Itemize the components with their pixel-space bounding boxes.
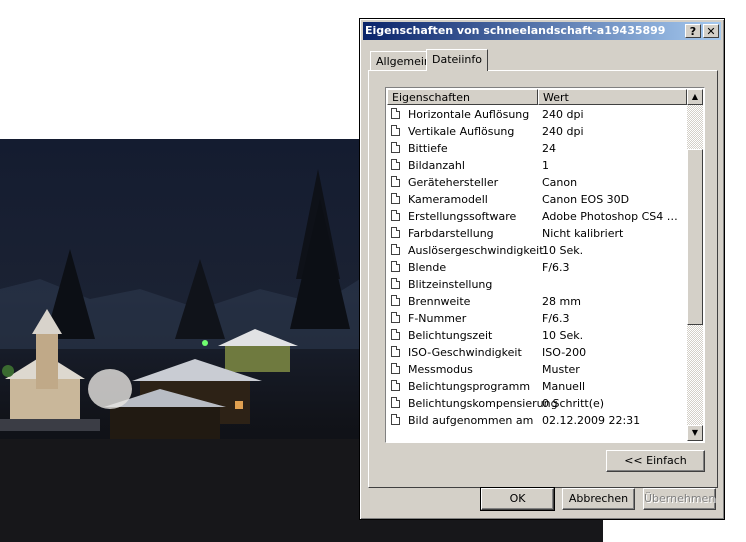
property-name: Belichtungskompensierung <box>408 397 558 410</box>
document-icon <box>391 363 400 374</box>
property-name: Messmodus <box>408 363 473 376</box>
property-name: Brennweite <box>408 295 471 308</box>
property-name: Bittiefe <box>408 142 448 155</box>
property-value: 1 <box>542 159 549 172</box>
dialog-title: Eigenschaften von schneelandschaft-a1943… <box>365 24 666 37</box>
property-value: 10 Sek. <box>542 329 584 342</box>
list-item[interactable]: Gerätehersteller Canon <box>387 174 687 191</box>
property-value: Adobe Photoshop CS4 Wi... <box>542 210 684 223</box>
property-name: Blitzeinstellung <box>408 278 493 291</box>
list-item[interactable]: Blende F/6.3 <box>387 259 687 276</box>
property-value: Canon <box>542 176 578 189</box>
tab-dateiinfo[interactable]: Dateiinfo <box>426 49 488 71</box>
list-item[interactable]: Farbdarstellung Nicht kalibriert <box>387 225 687 242</box>
property-value: 24 <box>542 142 556 155</box>
help-button[interactable]: ? <box>685 24 701 38</box>
property-name: Auslösergeschwindigkeit <box>408 244 544 257</box>
document-icon <box>391 193 400 204</box>
list-item[interactable]: Vertikale Auflösung 240 dpi <box>387 123 687 140</box>
list-item[interactable]: Belichtungskompensierung 0 Schritt(e) <box>387 395 687 412</box>
document-icon <box>391 108 400 119</box>
property-value: ISO-200 <box>542 346 587 359</box>
simple-button[interactable]: << Einfach <box>606 450 705 472</box>
list-rows: Horizontale Auflösung 240 dpi Vertikale Au… <box>387 106 687 429</box>
list-item[interactable]: Bild aufgenommen am 02.12.2009 22:31 <box>387 412 687 429</box>
property-name: Blende <box>408 261 447 274</box>
property-value: 0 Schritt(e) <box>542 397 605 410</box>
document-icon <box>391 125 400 136</box>
list-header: Eigenschaften Wert <box>387 89 687 105</box>
property-value: 240 dpi <box>542 108 584 121</box>
property-name: Horizontale Auflösung <box>408 108 530 121</box>
document-icon <box>391 346 400 357</box>
property-value: 02.12.2009 22:31 <box>542 414 641 427</box>
list-item[interactable]: Kameramodell Canon EOS 30D <box>387 191 687 208</box>
list-item[interactable]: Erstellungssoftware Adobe Photoshop CS4 W… <box>387 208 687 225</box>
property-name: Bild aufgenommen am <box>408 414 534 427</box>
scroll-up-arrow-icon[interactable]: ▲ <box>687 89 703 105</box>
property-value: Muster <box>542 363 580 376</box>
document-icon <box>391 295 400 306</box>
property-name: Gerätehersteller <box>408 176 499 189</box>
properties-list[interactable]: Eigenschaften Wert Horizontale Auflösung… <box>385 87 705 443</box>
property-value: Manuell <box>542 380 586 393</box>
document-icon <box>391 176 400 187</box>
close-button[interactable]: ✕ <box>703 24 719 38</box>
property-value: 10 Sek. <box>542 244 584 257</box>
column-header-value[interactable]: Wert <box>538 89 687 105</box>
property-name: Belichtungszeit <box>408 329 493 342</box>
document-icon <box>391 329 400 340</box>
list-item[interactable]: Auslösergeschwindigkeit 10 Sek. <box>387 242 687 259</box>
property-name: Farbdarstellung <box>408 227 494 240</box>
list-item[interactable]: ISO-Geschwindigkeit ISO-200 <box>387 344 687 361</box>
column-header-properties[interactable]: Eigenschaften <box>387 89 538 105</box>
property-name: ISO-Geschwindigkeit <box>408 346 522 359</box>
list-item[interactable]: Blitzeinstellung <box>387 276 687 293</box>
apply-button[interactable]: Übernehmen <box>643 488 716 510</box>
scroll-down-arrow-icon[interactable]: ▼ <box>687 425 703 441</box>
property-value: F/6.3 <box>542 261 570 274</box>
property-value: 240 dpi <box>542 125 584 138</box>
document-icon <box>391 244 400 255</box>
title-bar[interactable]: Eigenschaften von schneelandschaft-a1943… <box>363 22 721 40</box>
document-icon <box>391 227 400 238</box>
property-value: Canon EOS 30D <box>542 193 630 206</box>
document-icon <box>391 210 400 221</box>
list-item[interactable]: Brennweite 28 mm <box>387 293 687 310</box>
property-name: Erstellungssoftware <box>408 210 517 223</box>
cancel-button[interactable]: Abbrechen <box>562 488 635 510</box>
properties-dialog: Eigenschaften von schneelandschaft-a1943… <box>359 18 725 520</box>
list-item[interactable]: Belichtungsprogramm Manuell <box>387 378 687 395</box>
property-name: F-Nummer <box>408 312 467 325</box>
list-item[interactable]: Bittiefe 24 <box>387 140 687 157</box>
document-icon <box>391 261 400 272</box>
vertical-scrollbar[interactable]: ▲ ▼ <box>687 89 703 441</box>
property-value: Nicht kalibriert <box>542 227 624 240</box>
property-name: Belichtungsprogramm <box>408 380 531 393</box>
property-name: Vertikale Auflösung <box>408 125 515 138</box>
property-value: F/6.3 <box>542 312 570 325</box>
document-icon <box>391 278 400 289</box>
list-item[interactable]: F-Nummer F/6.3 <box>387 310 687 327</box>
ok-button[interactable]: OK <box>480 487 555 511</box>
scroll-thumb[interactable] <box>687 149 703 325</box>
list-item[interactable]: Messmodus Muster <box>387 361 687 378</box>
list-item[interactable]: Belichtungszeit 10 Sek. <box>387 327 687 344</box>
property-value: 28 mm <box>542 295 581 308</box>
document-icon <box>391 397 400 408</box>
document-icon <box>391 142 400 153</box>
list-item[interactable]: Horizontale Auflösung 240 dpi <box>387 106 687 123</box>
document-icon <box>391 380 400 391</box>
document-icon <box>391 312 400 323</box>
list-item[interactable]: Bildanzahl 1 <box>387 157 687 174</box>
property-name: Kameramodell <box>408 193 488 206</box>
property-name: Bildanzahl <box>408 159 465 172</box>
document-icon <box>391 414 400 425</box>
document-icon <box>391 159 400 170</box>
